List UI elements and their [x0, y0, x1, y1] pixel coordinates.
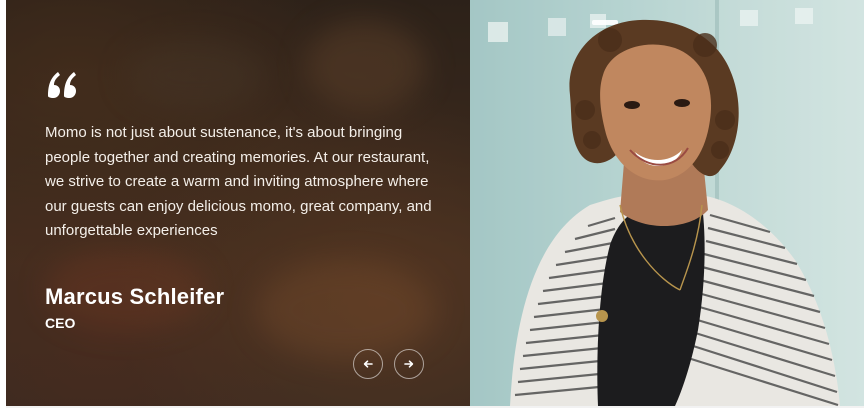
arrow-right-icon [404, 360, 414, 368]
previous-button[interactable] [353, 349, 383, 379]
next-button[interactable] [394, 349, 424, 379]
testimonial-section: Momo is not just about sustenance, it's … [0, 0, 864, 408]
author-title: CEO [45, 315, 76, 331]
testimonial-quote: Momo is not just about sustenance, it's … [45, 124, 432, 240]
author-name: Marcus Schleifer [45, 284, 225, 309]
testimonial-panel: Momo is not just about sustenance, it's … [6, 0, 470, 406]
arrow-left-icon [363, 360, 373, 368]
author-photo [470, 0, 864, 406]
quote-icon [48, 72, 76, 98]
